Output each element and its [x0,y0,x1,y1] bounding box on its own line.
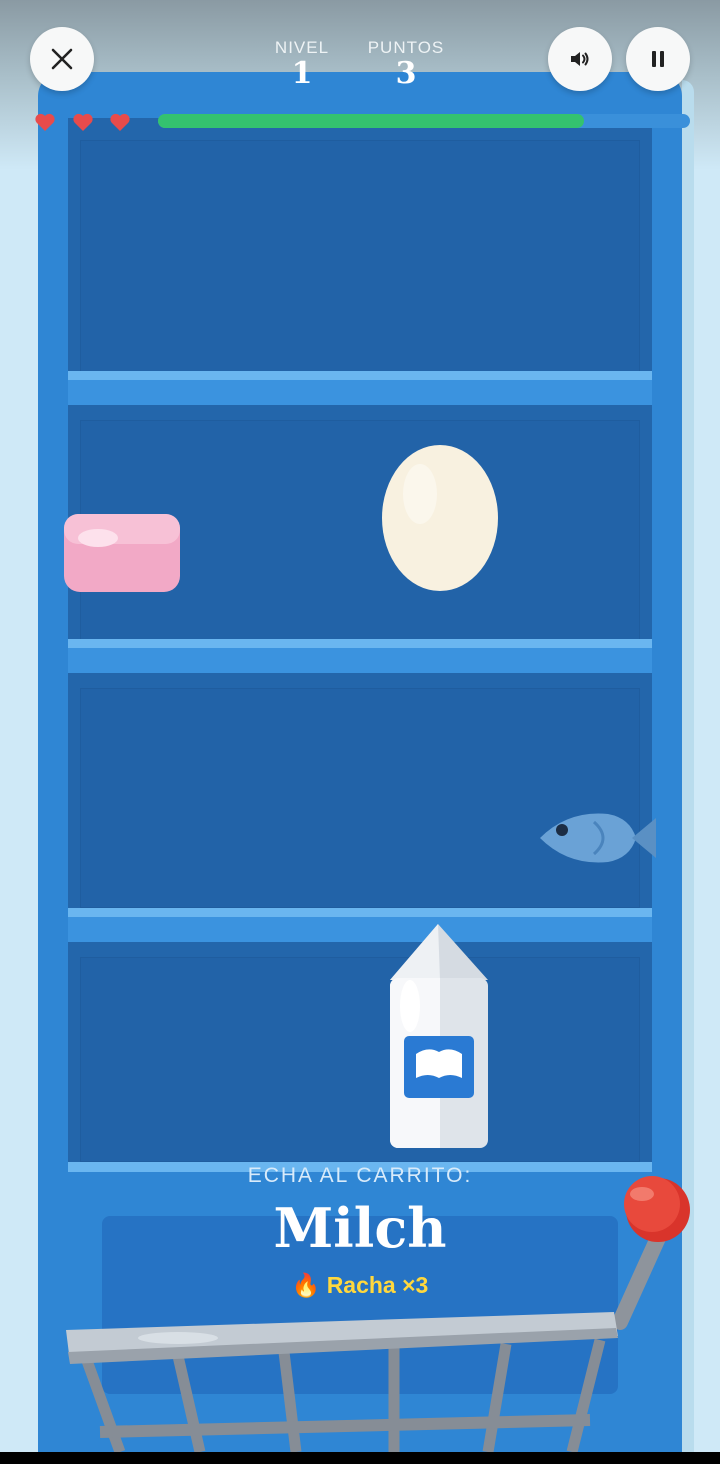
close-icon [51,48,73,70]
progress-bar [158,114,690,128]
egg-item[interactable] [376,440,504,598]
streak-indicator: 🔥 Racha ×3 [0,1272,720,1299]
speaker-icon [571,52,589,66]
streak-text: Racha ×3 [326,1272,429,1298]
prompt-label: ECHA AL CARRITO: [247,1164,473,1187]
shelf-1-back [80,140,640,372]
shelf-4-back [80,957,640,1162]
level-stat: NIVEL 1 [262,38,342,90]
heart-icon [35,113,55,131]
pause-icon [652,51,664,67]
shelf-3-back [80,688,640,908]
screen-bottom-edge [0,1452,720,1464]
fish-item[interactable] [534,806,660,870]
heart-icon [73,113,93,131]
shelf-board-3 [68,908,652,942]
target-word: Milch [273,1196,447,1260]
close-button[interactable] [30,27,94,91]
pause-button[interactable] [626,27,690,91]
fire-icon: 🔥 [291,1272,321,1298]
heart-icon [110,113,130,131]
progress-fill [158,114,584,128]
level-label: NIVEL [274,38,330,57]
shelf-board-2 [68,639,652,673]
level-value: 1 [291,56,313,91]
points-value: 3 [395,56,417,91]
shelf-board-1 [68,371,652,405]
milk-carton-item[interactable] [388,922,492,1152]
sound-button[interactable] [548,27,612,91]
soap-item[interactable] [60,508,186,598]
points-stat: PUNTOS 3 [356,38,456,90]
points-label: PUNTOS [367,38,445,57]
